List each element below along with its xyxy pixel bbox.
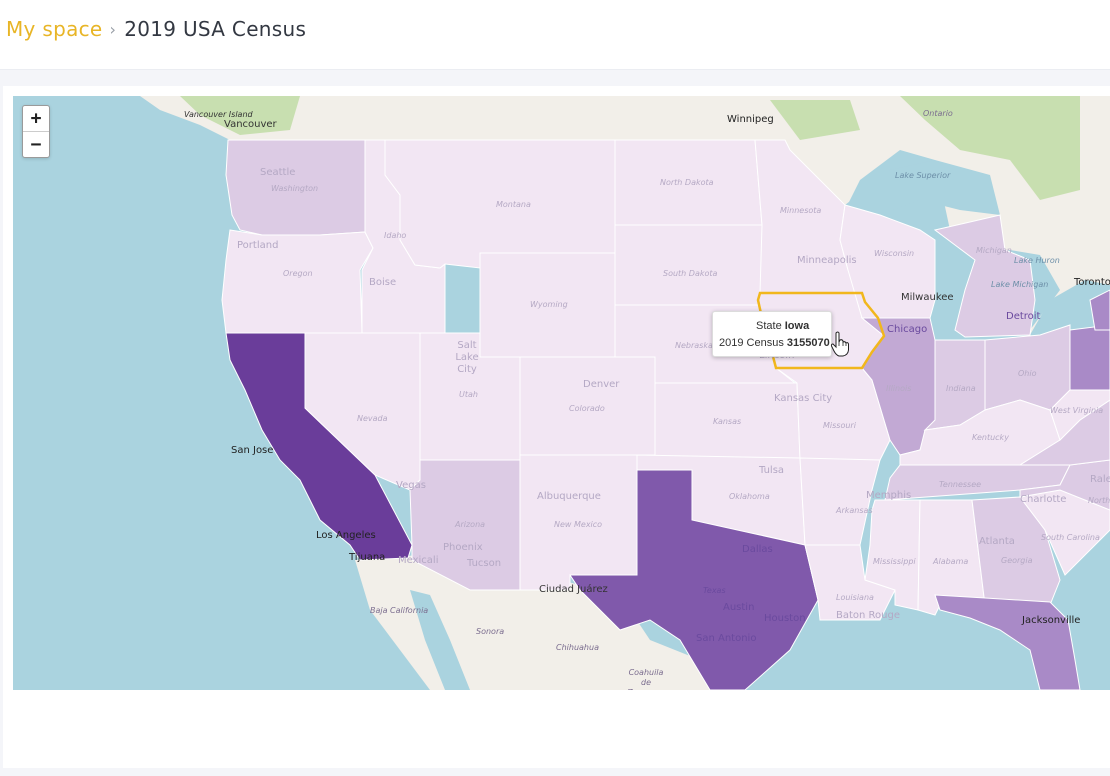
tooltip-state-row: State Iowa (756, 320, 809, 332)
state-ohio[interactable] (984, 324, 1071, 411)
zoom-in-button[interactable]: + (23, 106, 49, 132)
state-washington[interactable] (225, 139, 366, 241)
breadcrumb-chevron-icon: › (109, 19, 117, 39)
state-pennsylvania[interactable] (1069, 324, 1110, 391)
state-kansas[interactable] (654, 382, 801, 459)
state-florida[interactable] (934, 594, 1081, 690)
state-south-dakota[interactable] (614, 224, 763, 306)
state-arkansas[interactable] (799, 457, 881, 546)
state-new-york[interactable] (1089, 289, 1110, 331)
tooltip-census-value: 3155070 (786, 337, 830, 349)
tooltip-state-value: Iowa (784, 320, 810, 332)
state-north-dakota[interactable] (614, 139, 763, 226)
zoom-out-button[interactable]: − (23, 132, 49, 157)
breadcrumb: My space › 2019 USA Census (6, 17, 306, 41)
state-montana[interactable] (384, 139, 616, 269)
breadcrumb-my-space-link[interactable]: My space (6, 17, 103, 41)
tooltip-census-row: 2019 Census 3155070 (719, 337, 830, 349)
zoom-control: + − (22, 105, 50, 158)
state-tooltip: State Iowa 2019 Census 3155070 (712, 311, 832, 357)
tooltip-census-label: 2019 Census (719, 337, 784, 349)
page-header: My space › 2019 USA Census (0, 0, 1110, 70)
tooltip-state-label: State (756, 320, 782, 332)
state-oregon[interactable] (221, 229, 374, 334)
map-canvas[interactable] (13, 96, 1110, 690)
page-title: 2019 USA Census (124, 17, 307, 41)
hand-pointer-cursor-icon (830, 331, 849, 357)
state-colorado[interactable] (519, 356, 656, 456)
choropleth-map[interactable]: Vancouver Island Vancouver Winnipeg Onta… (13, 96, 1110, 690)
state-wyoming[interactable] (479, 252, 616, 358)
state-new-mexico[interactable] (519, 454, 638, 591)
